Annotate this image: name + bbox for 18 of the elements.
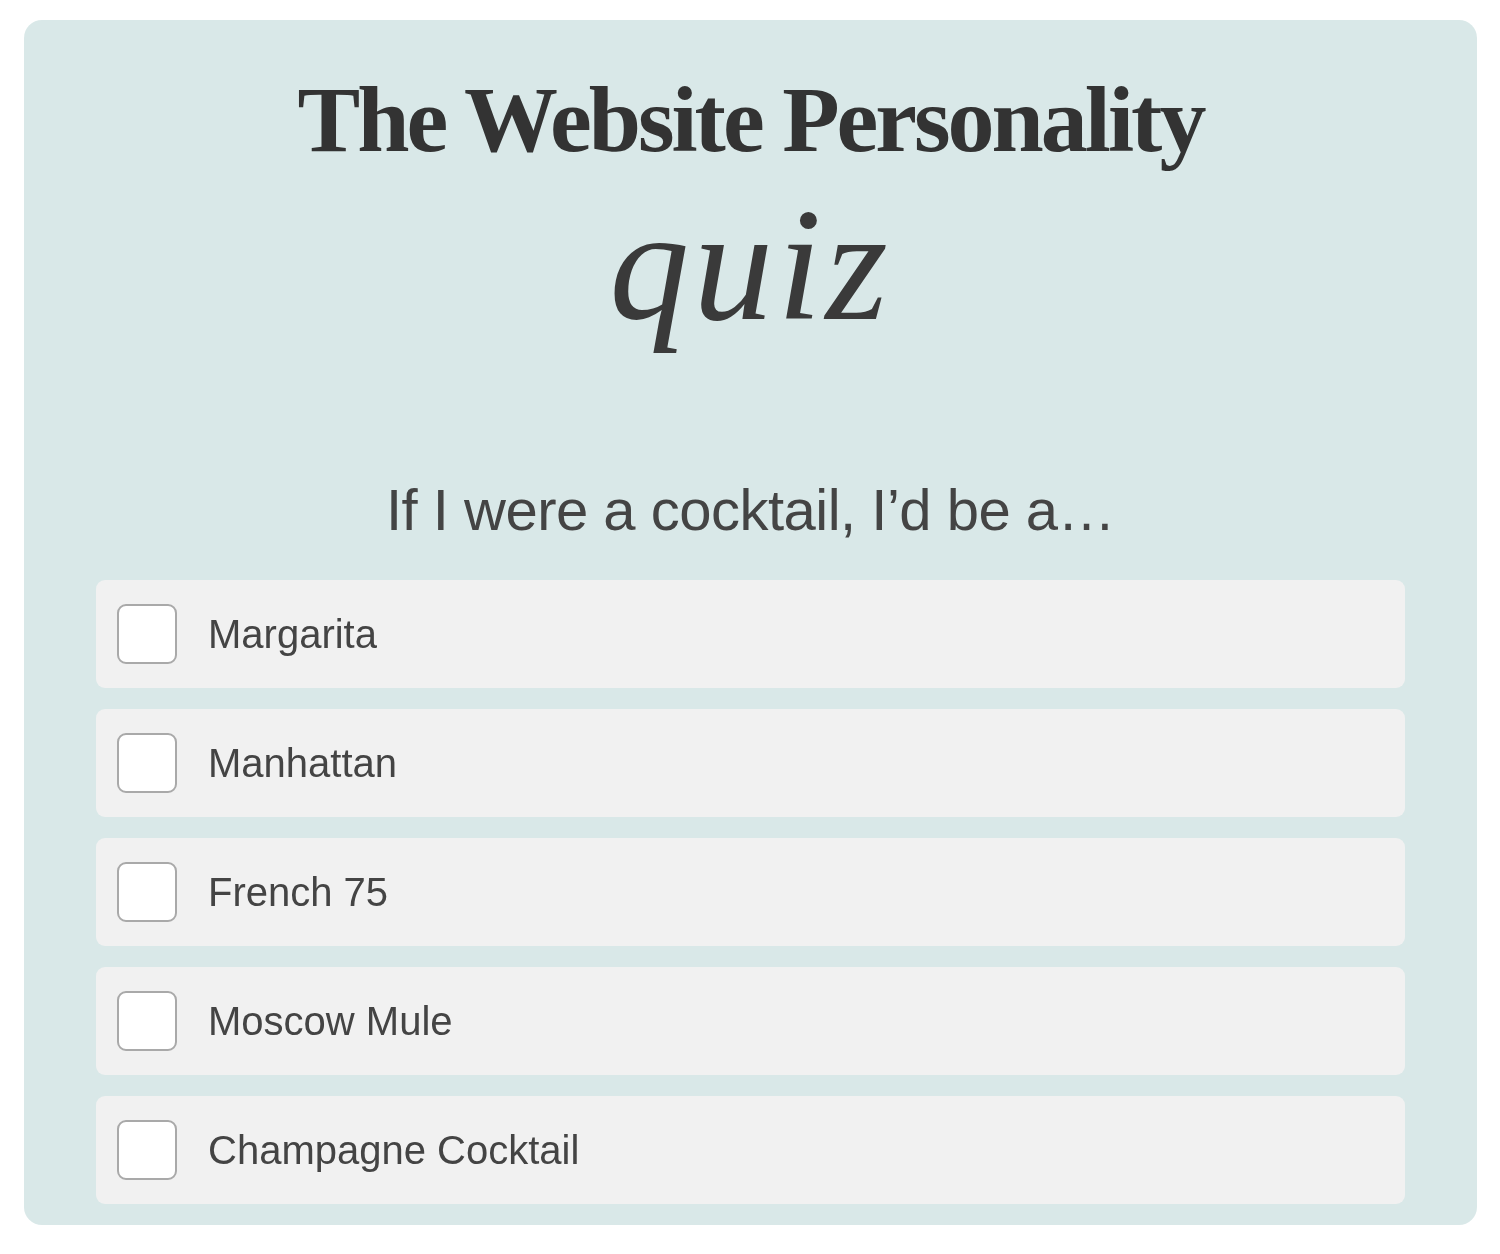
- option-label: Margarita: [208, 611, 377, 657]
- checkbox[interactable]: [117, 604, 177, 664]
- question-text: If I were a cocktail, I’d be a…: [385, 476, 1116, 545]
- answer-option[interactable]: French 75: [96, 838, 1405, 946]
- quiz-title: The Website Personality: [296, 66, 1205, 173]
- answer-option[interactable]: Champagne Cocktail: [96, 1096, 1405, 1204]
- answer-option[interactable]: Moscow Mule: [96, 967, 1405, 1075]
- checkbox[interactable]: [117, 1120, 177, 1180]
- answer-option[interactable]: Manhattan: [96, 709, 1405, 817]
- option-label: French 75: [208, 869, 389, 915]
- checkbox[interactable]: [117, 991, 177, 1051]
- checkbox[interactable]: [117, 733, 177, 793]
- option-label: Moscow Mule: [208, 998, 453, 1044]
- script-subtitle: quiz: [608, 175, 893, 357]
- checkbox[interactable]: [117, 862, 177, 922]
- answer-option[interactable]: Margarita: [96, 580, 1405, 688]
- option-label: Champagne Cocktail: [208, 1127, 580, 1173]
- option-label: Manhattan: [208, 740, 398, 786]
